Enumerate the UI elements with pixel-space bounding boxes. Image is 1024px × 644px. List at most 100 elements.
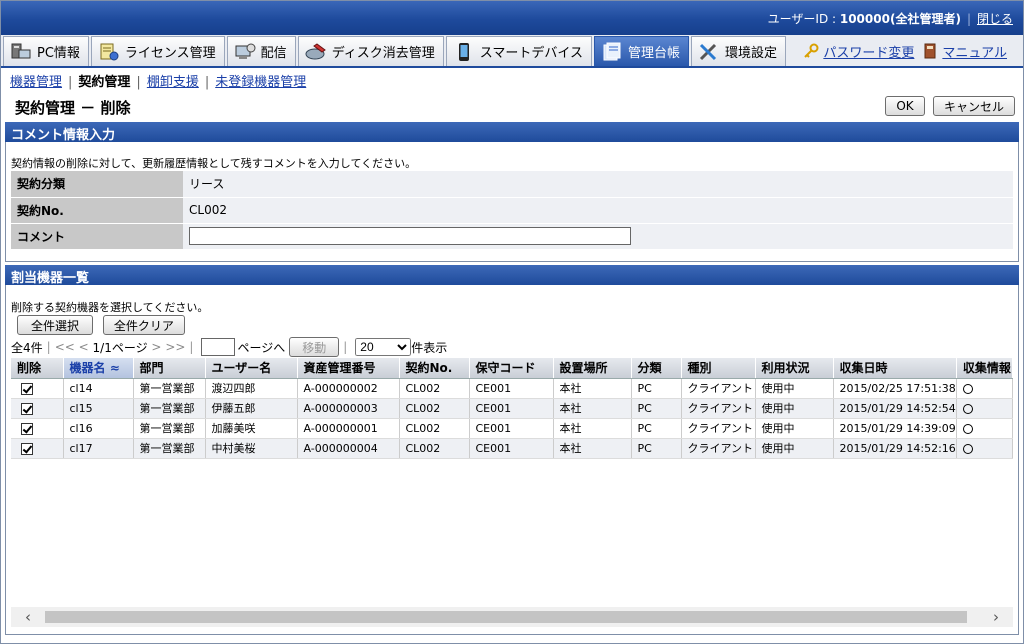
cell-collected-info — [956, 418, 1014, 439]
comment-note: 契約情報の削除に対して、更新履歴情報として残すコメントを入力してください。 — [11, 157, 417, 170]
page-number-input[interactable] — [201, 338, 236, 356]
field-value: CL002 — [183, 197, 1013, 224]
cell-collected-date: 2015/01/29 14:39:09 — [833, 418, 957, 439]
col-contract-no[interactable]: 契約No. — [399, 358, 470, 379]
scroll-left-icon[interactable]: ‹ — [11, 607, 45, 627]
user-info: ユーザーID : 100000(全社管理者) | 閉じる — [768, 10, 1013, 27]
tab-links: パスワード変更 マニュアル — [803, 36, 1023, 66]
form-row-contract-no: 契約No. CL002 — [11, 197, 1013, 224]
tab-distribution[interactable]: 配信 — [226, 36, 296, 66]
cell-collected-date: 2015/01/29 14:52:16 — [833, 438, 957, 459]
cell-contract-no: CL002 — [399, 398, 470, 419]
delete-checkbox[interactable] — [21, 422, 33, 435]
tab-license[interactable]: ライセンス管理 — [90, 36, 225, 66]
smartphone-icon — [453, 42, 475, 62]
field-label: コメント — [11, 223, 183, 250]
last-page-link[interactable]: >> — [165, 340, 185, 354]
col-type[interactable]: 種別 — [681, 358, 756, 379]
table-row: cl15 第一営業部 伊藤五郎 A-000000003 CL002 CE001 本社 PC クラ… — [11, 398, 1014, 419]
move-button[interactable]: 移動 — [289, 337, 340, 357]
ok-button[interactable]: OK — [885, 96, 925, 116]
cell-user-name: 加藤美咲 — [205, 418, 298, 439]
field-label: 契約No. — [11, 197, 183, 224]
subnav-unregistered-devices[interactable]: 未登録機器管理 — [215, 75, 306, 90]
cell-type: クライアント — [681, 438, 756, 459]
password-change-link[interactable]: パスワード変更 — [823, 42, 914, 61]
cell-user-name: 中村美桜 — [205, 438, 298, 459]
tab-settings[interactable]: 環境設定 — [691, 36, 787, 66]
user-id: 100000(全社管理者) — [839, 12, 961, 26]
horizontal-scrollbar[interactable]: ‹ › — [11, 607, 1013, 627]
circle-icon[interactable] — [962, 403, 973, 414]
cell-status: 使用中 — [755, 438, 834, 459]
tab-label: PC情報 — [37, 46, 80, 61]
table-row: cl14 第一営業部 渡辺四郎 A-000000002 CL002 CE001 本社 PC クラ… — [11, 378, 1014, 399]
col-maintenance-code[interactable]: 保守コード — [469, 358, 554, 379]
separator: | — [189, 340, 194, 354]
cell-status: 使用中 — [755, 378, 834, 399]
manual-link[interactable]: マニュアル — [942, 42, 1007, 61]
circle-icon[interactable] — [962, 423, 973, 434]
cell-device-name: cl14 — [63, 378, 134, 399]
form-row-contract-class: 契約分類 リース — [11, 171, 1013, 198]
cell-device-name: cl15 — [63, 398, 134, 419]
col-device-name[interactable]: 機器名 ≈ — [63, 358, 134, 379]
next-page-link[interactable]: > — [151, 340, 161, 354]
cancel-button[interactable]: キャンセル — [933, 96, 1015, 116]
select-all-button[interactable]: 全件選択 — [17, 315, 93, 335]
subnav-device-management[interactable]: 機器管理 — [10, 75, 62, 90]
tab-smart-device[interactable]: スマートデバイス — [445, 36, 593, 66]
col-collected-info[interactable]: 収集情報 — [956, 358, 1014, 379]
scroll-thumb[interactable] — [45, 611, 967, 623]
cell-collected-info — [956, 378, 1014, 399]
tab-pc-info[interactable]: PC情報 — [3, 36, 89, 66]
clear-all-button[interactable]: 全件クリア — [102, 315, 185, 335]
delete-checkbox[interactable] — [21, 442, 33, 455]
sub-navigation: 機器管理 | 契約管理 | 棚卸支援 | 未登録機器管理 — [10, 71, 306, 90]
prev-page-link[interactable]: < — [79, 340, 89, 354]
selection-buttons: 全件選択 全件クリア — [17, 315, 191, 335]
main-tabs: PC情報 ライセンス管理 配信 ディスク消去管理 スマートデバイス 管理台帳 環… — [1, 35, 1023, 68]
col-asset-number[interactable]: 資産管理番号 — [297, 358, 400, 379]
col-collected-date[interactable]: 収集日時 — [833, 358, 957, 379]
col-location[interactable]: 設置場所 — [553, 358, 632, 379]
table-row: cl17 第一営業部 中村美桜 A-000000004 CL002 CE001 本社 PC クラ… — [11, 438, 1014, 459]
col-status[interactable]: 利用状況 — [755, 358, 834, 379]
circle-icon[interactable] — [962, 443, 973, 454]
form-row-comment: コメント — [11, 223, 1013, 250]
delete-checkbox[interactable] — [21, 382, 33, 395]
comment-cell — [183, 223, 1013, 250]
tab-label: ライセンス管理 — [124, 46, 216, 61]
col-department[interactable]: 部門 — [133, 358, 206, 379]
scroll-right-icon[interactable]: › — [979, 607, 1013, 627]
delete-checkbox[interactable] — [21, 402, 33, 415]
delete-cell — [11, 398, 64, 419]
col-user-name[interactable]: ユーザー名 — [205, 358, 298, 379]
disk-erase-icon — [305, 42, 327, 62]
pager: 全4件 | << < 1/1ページ > >> | ページへ 移動 | 20 件表示 — [11, 337, 447, 357]
comment-input[interactable] — [189, 227, 631, 245]
cell-asset-number: A-000000003 — [297, 398, 400, 419]
subnav-inventory-support[interactable]: 棚卸支援 — [147, 75, 199, 90]
col-class[interactable]: 分類 — [631, 358, 682, 379]
cell-device-name: cl17 — [63, 438, 134, 459]
tab-disk-erase[interactable]: ディスク消去管理 — [297, 36, 444, 66]
distribution-icon — [234, 42, 256, 62]
first-page-link[interactable]: << — [55, 340, 75, 354]
circle-icon[interactable] — [962, 383, 973, 394]
separator: | — [136, 75, 141, 90]
cell-asset-number: A-000000002 — [297, 378, 400, 399]
field-label: 契約分類 — [11, 171, 183, 198]
cell-asset-number: A-000000001 — [297, 418, 400, 439]
per-page-select[interactable]: 20 — [355, 338, 412, 356]
tab-ledger[interactable]: 管理台帳 — [594, 36, 690, 66]
cell-maintenance-code: CE001 — [469, 418, 554, 439]
separator: | — [46, 340, 51, 354]
cell-department: 第一営業部 — [133, 378, 206, 399]
delete-cell — [11, 378, 64, 399]
close-link[interactable]: 閉じる — [977, 12, 1013, 26]
sort-icon: ≈ — [105, 361, 120, 376]
cell-location: 本社 — [553, 378, 632, 399]
page-title: 契約管理 － 削除 — [15, 99, 131, 117]
cell-department: 第一営業部 — [133, 398, 206, 419]
